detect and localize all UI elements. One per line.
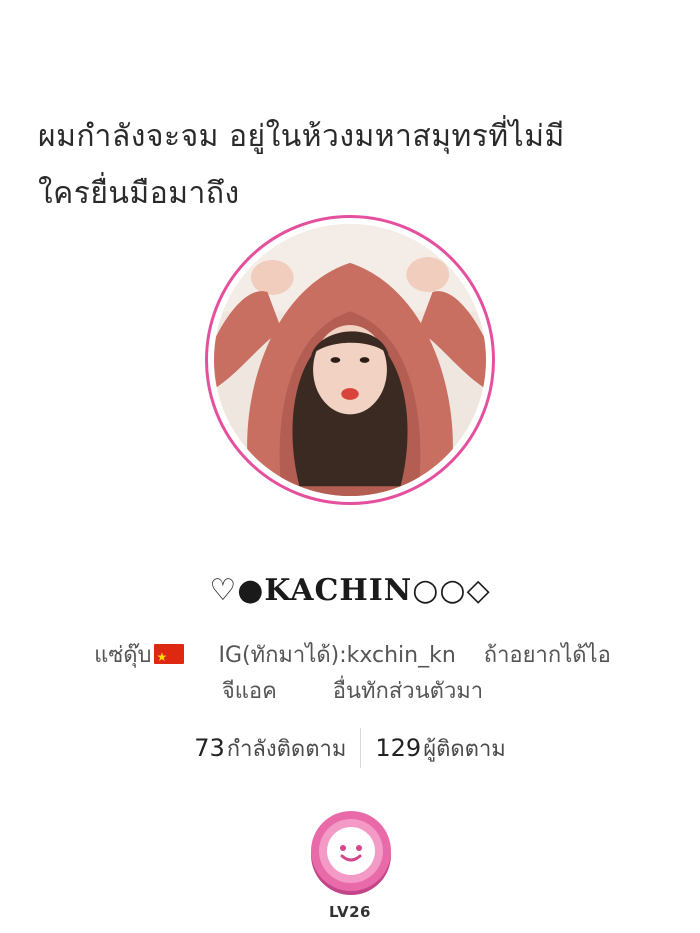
bio-surname: แซ่ดุ๊บ: [94, 643, 152, 668]
bio-instagram: IG(ทักมาได้):kxchin_kn ถ้าอยากได้ไอ: [183, 643, 611, 668]
avatar[interactable]: [205, 215, 495, 505]
level-label: LV26: [329, 903, 371, 921]
bio-line-1: แซ่ดุ๊บ IG(ทักมาได้):kxchin_kn ถ้าอยากได…: [30, 638, 675, 675]
cover-caption-line-1: ผมกำลังจะจม อยู่ในห้วงมหาสมุทรที่ไม่มี: [38, 119, 565, 154]
following-stat[interactable]: 73 กำลังติดตาม: [180, 731, 360, 766]
cover-caption: ผมกำลังจะจม อยู่ในห้วงมหาสมุทรที่ไม่มี ใ…: [38, 108, 668, 222]
followers-label: ผู้ติดตาม: [423, 736, 506, 762]
followers-count: 129: [375, 733, 422, 762]
bio: แซ่ดุ๊บ IG(ทักมาได้):kxchin_kn ถ้าอยากได…: [30, 638, 675, 710]
username: ♡●KACHIN○○◇: [209, 573, 491, 608]
china-flag-icon: [153, 639, 184, 675]
following-count: 73: [194, 733, 225, 762]
followers-stat[interactable]: 129 ผู้ติดตาม: [361, 731, 519, 766]
avatar-photo: [214, 224, 486, 496]
cover-caption-line-2: ใครยื่นมือมาถึง: [38, 176, 240, 211]
smiley-coin-icon[interactable]: [308, 810, 394, 896]
profile-stats: 73 กำลังติดตาม 129 ผู้ติดตาม: [0, 728, 700, 768]
following-label: กำลังติดตาม: [226, 736, 347, 762]
bio-line-2: จีแอค อื่นทักส่วนตัวมา: [221, 679, 484, 704]
